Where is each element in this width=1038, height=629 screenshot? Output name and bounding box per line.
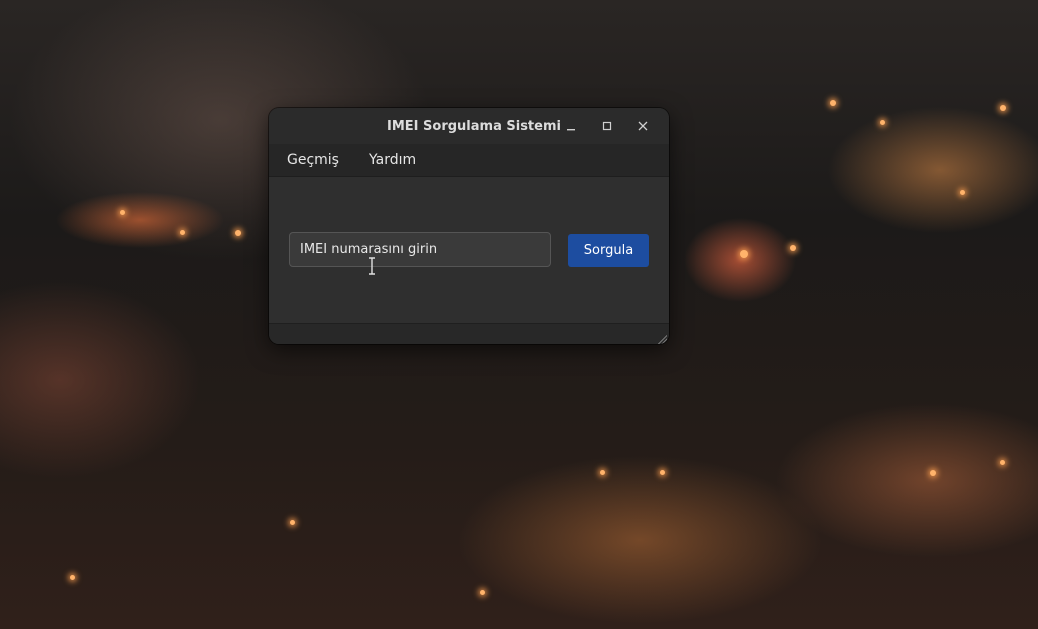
text-cursor-icon [366, 257, 378, 278]
minimize-icon[interactable] [553, 108, 589, 144]
menu-bar: Geçmiş Yardım [269, 144, 669, 177]
main-content: IMEI numarasını girin Sorgula [269, 177, 669, 323]
maximize-icon[interactable] [589, 108, 625, 144]
app-window: IMEI Sorgulama Sistemi Geçmiş Yardım IME… [269, 108, 669, 344]
close-icon[interactable] [625, 108, 661, 144]
status-bar [269, 323, 669, 344]
query-button[interactable]: Sorgula [568, 234, 649, 267]
title-bar[interactable]: IMEI Sorgulama Sistemi [269, 108, 669, 144]
window-title: IMEI Sorgulama Sistemi [387, 118, 561, 134]
window-controls [553, 108, 661, 144]
menu-item-history[interactable]: Geçmiş [277, 152, 349, 168]
imei-input[interactable]: IMEI numarasını girin [289, 232, 551, 267]
resize-grip-icon[interactable] [657, 334, 667, 344]
menu-item-help[interactable]: Yardım [359, 152, 426, 168]
